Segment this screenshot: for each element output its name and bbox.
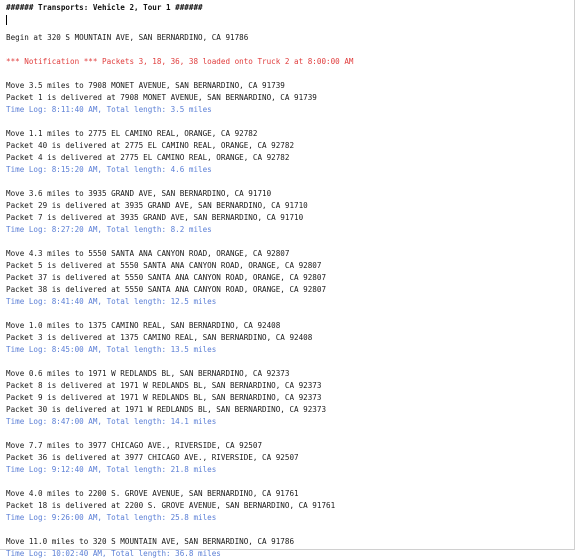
route-block: Move 1.0 miles to 1375 CAMINO REAL, SAN … — [6, 320, 570, 368]
output-window: ###### Transports: Vehicle 2, Tour 1 ###… — [0, 0, 575, 558]
delivery-line: Packet 18 is delivered at 2200 S. GROVE … — [6, 501, 336, 510]
notification-line: *** Notification *** Packets 3, 18, 36, … — [6, 57, 354, 66]
move-line: Move 0.6 miles to 1971 W REDLANDS BL, SA… — [6, 369, 290, 378]
route-block: Move 1.1 miles to 2775 EL CAMINO REAL, O… — [6, 128, 570, 188]
route-block: Move 0.6 miles to 1971 W REDLANDS BL, SA… — [6, 368, 570, 440]
delivery-line: Packet 7 is delivered at 3935 GRAND AVE,… — [6, 213, 304, 222]
route-block: Move 11.0 miles to 320 S MOUNTAIN AVE, S… — [6, 536, 570, 560]
time-log-line: Time Log: 8:41:40 AM, Total length: 12.5… — [6, 297, 217, 306]
delivery-line: Packet 8 is delivered at 1971 W REDLANDS… — [6, 381, 322, 390]
delivery-line: Packet 3 is delivered at 1375 CAMINO REA… — [6, 333, 313, 342]
move-line: Move 1.1 miles to 2775 EL CAMINO REAL, O… — [6, 129, 258, 138]
log-header: ###### Transports: Vehicle 2, Tour 1 ###… — [6, 3, 203, 12]
text-cursor — [6, 15, 7, 25]
move-line: Move 4.0 miles to 2200 S. GROVE AVENUE, … — [6, 489, 299, 498]
move-line: Move 3.6 miles to 3935 GRAND AVE, SAN BE… — [6, 189, 272, 198]
delivery-line: Packet 36 is delivered at 3977 CHICAGO A… — [6, 453, 299, 462]
delivery-line: Packet 5 is delivered at 5550 SANTA ANA … — [6, 261, 322, 270]
route-block: Move 3.5 miles to 7908 MONET AVENUE, SAN… — [6, 80, 570, 128]
transport-log: ###### Transports: Vehicle 2, Tour 1 ###… — [6, 2, 570, 560]
delivery-line: Packet 4 is delivered at 2775 EL CAMINO … — [6, 153, 290, 162]
move-line: Move 3.5 miles to 7908 MONET AVENUE, SAN… — [6, 81, 285, 90]
delivery-line: Packet 9 is delivered at 1971 W REDLANDS… — [6, 393, 322, 402]
begin-line: Begin at 320 S MOUNTAIN AVE, SAN BERNARD… — [6, 33, 249, 42]
time-log-line: Time Log: 9:26:00 AM, Total length: 25.8… — [6, 513, 217, 522]
time-log-line: Time Log: 8:11:40 AM, Total length: 3.5 … — [6, 105, 212, 114]
route-blocks: Move 3.5 miles to 7908 MONET AVENUE, SAN… — [6, 80, 570, 560]
time-log-line: Time Log: 9:12:40 AM, Total length: 21.8… — [6, 465, 217, 474]
route-block: Move 4.3 miles to 5550 SANTA ANA CANYON … — [6, 248, 570, 320]
delivery-line: Packet 30 is delivered at 1971 W REDLAND… — [6, 405, 327, 414]
delivery-line: Packet 40 is delivered at 2775 EL CAMINO… — [6, 141, 295, 150]
move-line: Move 11.0 miles to 320 S MOUNTAIN AVE, S… — [6, 537, 295, 546]
time-log-line: Time Log: 8:45:00 AM, Total length: 13.5… — [6, 345, 217, 354]
move-line: Move 1.0 miles to 1375 CAMINO REAL, SAN … — [6, 321, 281, 330]
text-cursor-line[interactable] — [6, 14, 570, 26]
route-block: Move 4.0 miles to 2200 S. GROVE AVENUE, … — [6, 488, 570, 536]
move-line: Move 7.7 miles to 3977 CHICAGO AVE., RIV… — [6, 441, 263, 450]
time-log-line: Time Log: 8:15:20 AM, Total length: 4.6 … — [6, 165, 212, 174]
delivery-line: Packet 37 is delivered at 5550 SANTA ANA… — [6, 273, 327, 282]
delivery-line: Packet 1 is delivered at 7908 MONET AVEN… — [6, 93, 317, 102]
delivery-line: Packet 29 is delivered at 3935 GRAND AVE… — [6, 201, 308, 210]
route-block: Move 7.7 miles to 3977 CHICAGO AVE., RIV… — [6, 440, 570, 488]
time-log-line: Time Log: 8:47:00 AM, Total length: 14.1… — [6, 417, 217, 426]
time-log-line: Time Log: 8:27:20 AM, Total length: 8.2 … — [6, 225, 212, 234]
delivery-line: Packet 38 is delivered at 5550 SANTA ANA… — [6, 285, 327, 294]
move-line: Move 4.3 miles to 5550 SANTA ANA CANYON … — [6, 249, 290, 258]
route-block: Move 3.6 miles to 3935 GRAND AVE, SAN BE… — [6, 188, 570, 248]
